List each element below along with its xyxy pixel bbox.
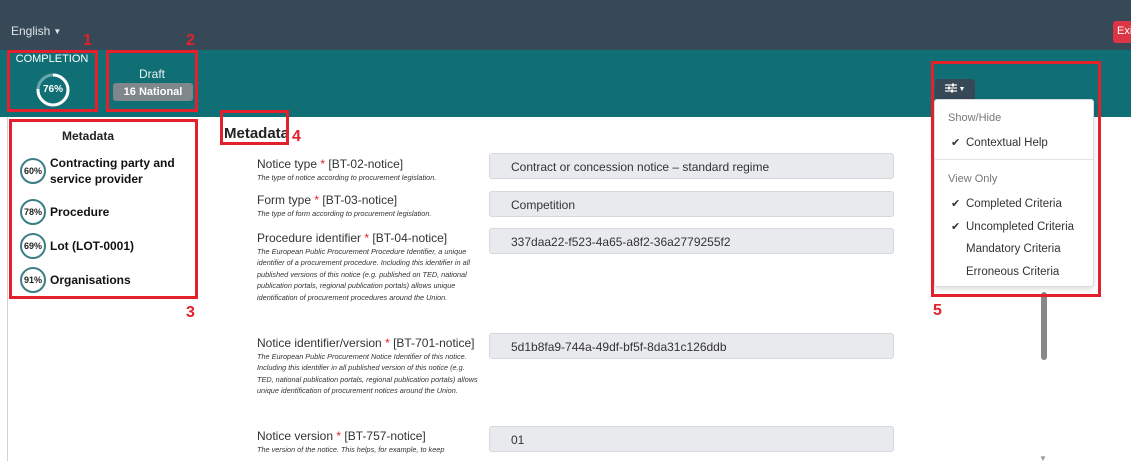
form-type-field[interactable]: Competition <box>489 191 894 217</box>
field-help-text: The type of form according to procuremen… <box>257 209 432 218</box>
field-help-text: The version of the notice. This helps, f… <box>257 445 445 454</box>
field-label: Notice identifier/version * [BT-701-noti… <box>257 336 475 350</box>
annotation-number-5: 5 <box>933 302 942 319</box>
scroll-down-icon[interactable]: ▼ <box>1039 454 1047 461</box>
annotation-box-heading <box>220 110 289 145</box>
notice-identifier-field[interactable]: 5d1b8fa9-744a-49df-bf5f-8da31c126ddb <box>489 333 894 359</box>
field-label: Notice type * [BT-02-notice] <box>257 157 404 171</box>
language-selector[interactable]: English ▼ <box>11 24 61 38</box>
field-help-text: The European Public Procurement Procedur… <box>257 247 470 302</box>
procedure-identifier-field[interactable]: 337daa22-f523-4a65-a8f2-36a2779255f2 <box>489 228 894 254</box>
required-marker: * <box>385 336 390 350</box>
annotation-number-1: 1 <box>83 32 92 49</box>
caret-down-icon: ▼ <box>53 27 62 36</box>
field-help-text: The type of notice according to procurem… <box>257 173 437 182</box>
annotation-box-completion <box>7 50 98 112</box>
field-help-text: The European Public Procurement Notice I… <box>257 352 478 396</box>
language-label: English <box>11 24 51 38</box>
annotation-number-3: 3 <box>186 304 195 321</box>
exit-button[interactable]: Exit <box>1113 21 1131 43</box>
annotation-box-status <box>106 50 198 112</box>
content-border <box>7 117 8 461</box>
notice-type-field[interactable]: Contract or concession notice – standard… <box>489 153 894 179</box>
annotation-number-2: 2 <box>186 32 195 49</box>
annotation-number-4: 4 <box>292 128 301 145</box>
required-marker: * <box>314 193 320 207</box>
top-navbar <box>0 0 1131 50</box>
field-label: Notice version * [BT-757-notice] <box>257 429 426 443</box>
notice-version-field[interactable]: 01 <box>489 426 894 452</box>
field-label: Form type * [BT-03-notice] <box>257 193 398 207</box>
required-marker: * <box>336 429 342 443</box>
annotation-box-settings-menu <box>931 61 1101 297</box>
field-label: Procedure identifier * [BT-04-notice] <box>257 231 448 245</box>
required-marker: * <box>320 157 326 171</box>
required-marker: * <box>364 231 370 245</box>
annotation-box-sidebar <box>9 119 198 299</box>
scrollbar-thumb[interactable] <box>1041 292 1047 360</box>
